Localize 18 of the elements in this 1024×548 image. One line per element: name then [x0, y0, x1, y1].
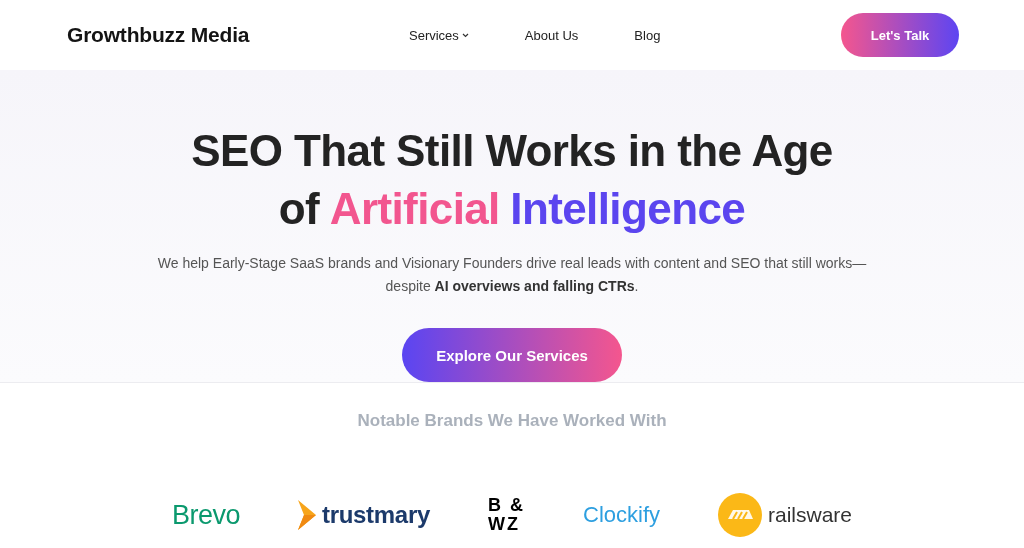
nav-link[interactable]: Services	[409, 27, 469, 43]
nav-link[interactable]: Blog	[634, 27, 661, 43]
chevron-icon	[298, 500, 316, 530]
brand-logo-text: Clockify	[583, 502, 660, 528]
brand-logo-text: railsware	[768, 503, 853, 527]
site-logo[interactable]: Growthbuzz Media	[67, 23, 387, 47]
caret-icon	[461, 32, 469, 38]
brands-heading: Notable Brands We Have Worked With	[356, 411, 668, 431]
lets-talk-button[interactable]: Let's Talk	[841, 13, 959, 57]
brand-logo-text: Brevo	[171, 499, 240, 531]
stripes-circle-icon	[718, 493, 762, 537]
brand-logo-text: trustmary	[322, 501, 430, 529]
brand-logo-text: WZ	[488, 515, 521, 534]
explore-services-button[interactable]: Explore Our Services	[402, 328, 622, 382]
hero-subtitle: We help Early-Stage SaaS brands and Visionary Founders drive real leads with content and SEO that still works— despite AI overviews and falling CTRs.	[156, 254, 868, 296]
brand-logo-text: B &	[488, 496, 525, 515]
hero-headline: SEO That Still Works in the Age of Artificial Intelligence	[190, 125, 834, 235]
nav-link[interactable]: About Us	[524, 27, 579, 43]
